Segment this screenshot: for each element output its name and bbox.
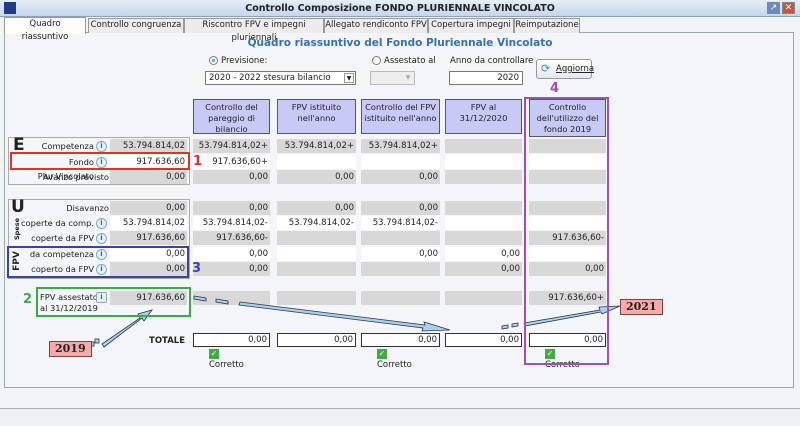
year-2019-label: 2019 (49, 341, 92, 357)
annotation-1: 1 (193, 154, 203, 169)
arrow-2020 (238, 301, 451, 332)
annotation-box-2 (36, 287, 191, 317)
annotation-box-1 (10, 152, 190, 170)
arrow-dash (193, 295, 207, 302)
annotation-arrows (89, 295, 621, 348)
annotation-box-3 (7, 246, 189, 278)
annotation-3: 3 (192, 261, 202, 276)
annotation-4: 4 (550, 81, 560, 96)
year-2021-label: 2021 (620, 299, 663, 315)
annotation-box-4 (524, 97, 609, 365)
arrow-dash (215, 298, 229, 305)
annotation-2: 2 (23, 292, 33, 307)
arrow-dash (94, 338, 100, 344)
status-bar (0, 408, 800, 426)
arrow-dash (511, 322, 519, 328)
arrow-dash (501, 324, 509, 330)
